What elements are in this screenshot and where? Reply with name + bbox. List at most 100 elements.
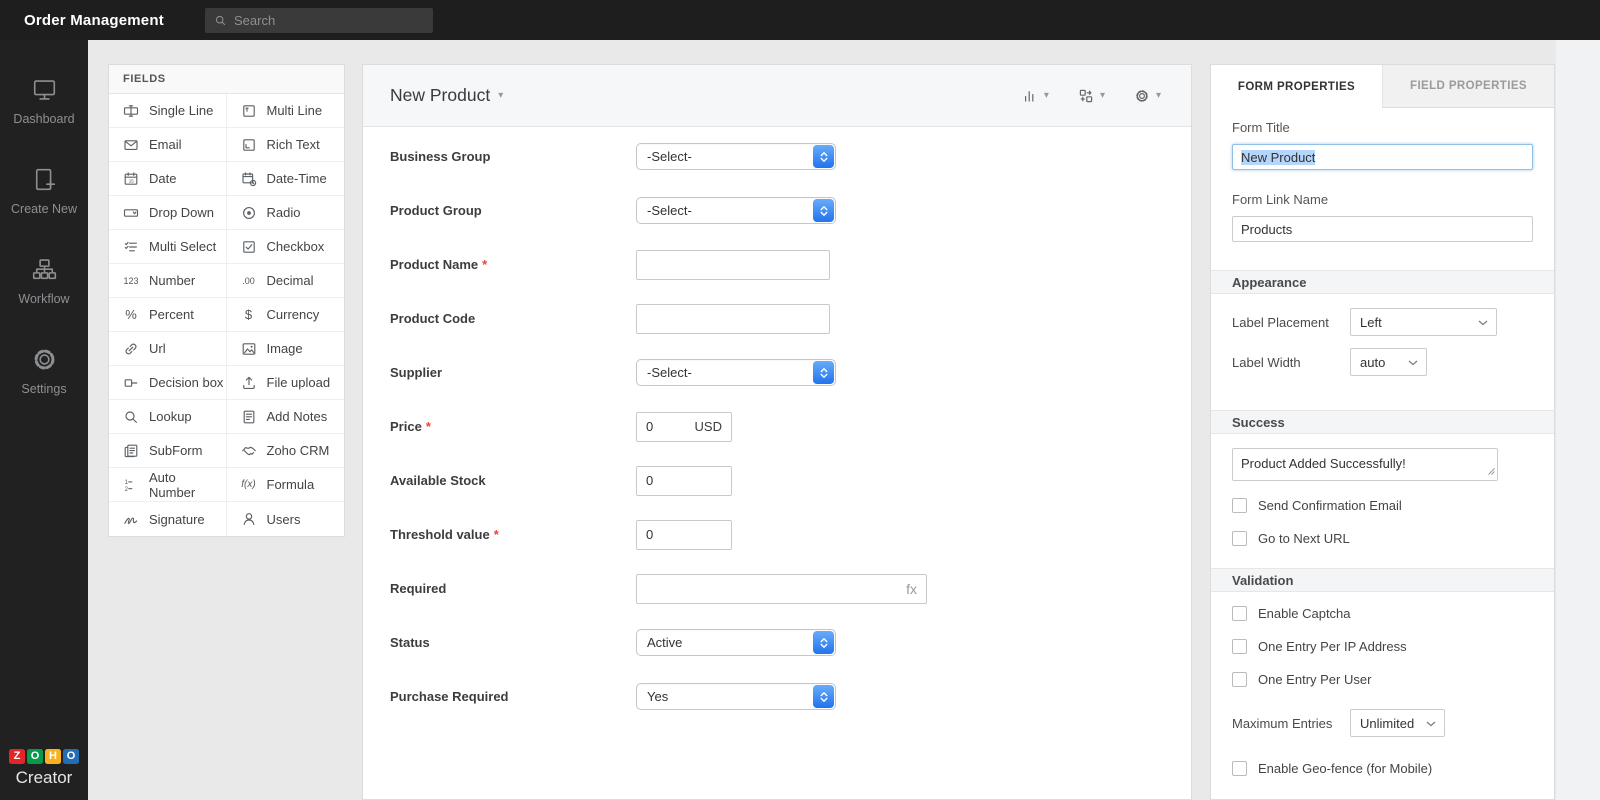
form-link-name-input[interactable]: Products bbox=[1232, 216, 1533, 242]
field-type-date[interactable]: 15Date bbox=[109, 162, 227, 196]
field-type-subform[interactable]: SubForm bbox=[109, 434, 227, 468]
available-stock-input[interactable]: 0 bbox=[636, 466, 732, 496]
field-type-lookup[interactable]: Lookup bbox=[109, 400, 227, 434]
form-field-row-status[interactable]: StatusActive bbox=[390, 627, 1191, 658]
form-field-row-required[interactable]: Requiredfx bbox=[390, 573, 1191, 604]
sidebar-item-create-new[interactable]: Create New bbox=[0, 152, 88, 242]
field-type-rich-text[interactable]: Rich Text bbox=[227, 128, 345, 162]
purchase-required-select[interactable]: Yes bbox=[636, 683, 836, 710]
product-code-input[interactable] bbox=[636, 304, 830, 334]
chevron-down-icon bbox=[1426, 721, 1436, 727]
field-type-decimal[interactable]: .00Decimal bbox=[227, 264, 345, 298]
field-type-image[interactable]: Image bbox=[227, 332, 345, 366]
field-type-label: Email bbox=[149, 137, 182, 152]
field-type-signature[interactable]: Signature bbox=[109, 502, 227, 536]
form-field-row-business-group[interactable]: Business Group-Select- bbox=[390, 141, 1191, 172]
field-type-multi-select[interactable]: Multi Select bbox=[109, 230, 227, 264]
field-type-drop-down[interactable]: Drop Down bbox=[109, 196, 227, 230]
field-type-label: File upload bbox=[267, 375, 331, 390]
checkbox-row-go-to-next-url[interactable]: Go to Next URL bbox=[1232, 531, 1533, 546]
field-type-radio[interactable]: Radio bbox=[227, 196, 345, 230]
form-field-row-price[interactable]: Price*0USD bbox=[390, 411, 1191, 442]
required-asterisk: * bbox=[426, 419, 431, 434]
field-type-add-notes[interactable]: Add Notes bbox=[227, 400, 345, 434]
success-message-textarea[interactable]: Product Added Successfully! bbox=[1232, 448, 1498, 481]
go-to-next-url-checkbox[interactable] bbox=[1232, 531, 1247, 546]
checkbox-row-enable-captcha[interactable]: Enable Captcha bbox=[1232, 606, 1533, 621]
gear-menu-button[interactable]: ▾ bbox=[1132, 88, 1161, 104]
sidebar-item-workflow[interactable]: Workflow bbox=[0, 242, 88, 332]
form-field-row-purchase-required[interactable]: Purchase RequiredYes bbox=[390, 681, 1191, 712]
input-suffix-usd: USD bbox=[695, 419, 722, 434]
field-type-file-upload[interactable]: File upload bbox=[227, 366, 345, 400]
form-field-row-supplier[interactable]: Supplier-Select- bbox=[390, 357, 1191, 388]
field-type-multi-line[interactable]: Multi Line bbox=[227, 94, 345, 128]
radio-icon bbox=[239, 205, 259, 221]
form-title-input[interactable]: New Product bbox=[1232, 144, 1533, 170]
field-label: Price* bbox=[390, 419, 636, 434]
field-type-percent[interactable]: %Percent bbox=[109, 298, 227, 332]
signature-icon bbox=[121, 511, 141, 527]
field-type-email[interactable]: Email bbox=[109, 128, 227, 162]
search-input[interactable]: Search bbox=[205, 8, 433, 33]
field-type-decision-box[interactable]: Decision box bbox=[109, 366, 227, 400]
search-icon bbox=[214, 14, 227, 27]
one-entry-per-ip-address-checkbox[interactable] bbox=[1232, 639, 1247, 654]
field-type-label: Multi Select bbox=[149, 239, 216, 254]
sidebar-item-settings[interactable]: Settings bbox=[0, 332, 88, 422]
checkbox-row-one-entry-per-ip-address[interactable]: One Entry Per IP Address bbox=[1232, 639, 1533, 654]
required-input[interactable]: fx bbox=[636, 574, 927, 604]
select-value: Left bbox=[1360, 315, 1382, 330]
checkbox-label: One Entry Per User bbox=[1258, 672, 1371, 687]
zoho-creator-logo[interactable]: ZOHO Creator bbox=[0, 749, 88, 788]
tab-field-properties[interactable]: FIELD PROPERTIES bbox=[1382, 65, 1554, 108]
threshold-value-input[interactable]: 0 bbox=[636, 520, 732, 550]
select-value: -Select- bbox=[647, 365, 692, 380]
label-placement-select[interactable]: Left bbox=[1350, 308, 1497, 336]
prop-row-maximum-entries: Maximum EntriesUnlimited bbox=[1232, 709, 1533, 737]
label-width-select[interactable]: auto bbox=[1350, 348, 1427, 376]
checkbox-row-send-confirmation-email[interactable]: Send Confirmation Email bbox=[1232, 498, 1533, 513]
form-field-row-threshold-value[interactable]: Threshold value*0 bbox=[390, 519, 1191, 550]
subform-icon bbox=[121, 443, 141, 459]
field-type-auto-number[interactable]: 12Auto Number bbox=[109, 468, 227, 502]
field-type-users[interactable]: Users bbox=[227, 502, 345, 536]
field-type-zoho-crm[interactable]: Zoho CRM bbox=[227, 434, 345, 468]
field-type-date-time[interactable]: Date-Time bbox=[227, 162, 345, 196]
form-field-row-available-stock[interactable]: Available Stock0 bbox=[390, 465, 1191, 496]
field-type-label: Users bbox=[267, 512, 301, 527]
checkbox-row-enable-geo-fence-for-mobile[interactable]: Enable Geo-fence (for Mobile) bbox=[1232, 761, 1533, 776]
one-entry-per-user-checkbox[interactable] bbox=[1232, 672, 1247, 687]
sidebar-item-dashboard[interactable]: Dashboard bbox=[0, 62, 88, 152]
field-type-checkbox[interactable]: Checkbox bbox=[227, 230, 345, 264]
enable-captcha-checkbox[interactable] bbox=[1232, 606, 1247, 621]
form-name-menu[interactable]: New Product ▾ bbox=[390, 85, 503, 106]
form-field-row-product-name[interactable]: Product Name* bbox=[390, 249, 1191, 280]
maximum-entries-select[interactable]: Unlimited bbox=[1350, 709, 1445, 737]
resize-handle-icon[interactable] bbox=[1487, 463, 1495, 478]
field-type-currency[interactable]: $Currency bbox=[227, 298, 345, 332]
field-actions-menu-button[interactable]: ▾ bbox=[1076, 88, 1105, 104]
sidebar-item-label: Workflow bbox=[18, 292, 69, 306]
chevron-down-icon: ▾ bbox=[1156, 90, 1161, 101]
field-type-single-line[interactable]: Single Line bbox=[109, 94, 227, 128]
tab-form-properties[interactable]: FORM PROPERTIES bbox=[1211, 65, 1382, 108]
field-type-label: Currency bbox=[267, 307, 320, 322]
form-field-row-product-group[interactable]: Product Group-Select- bbox=[390, 195, 1191, 226]
enable-geo-fence-for-mobile-checkbox[interactable] bbox=[1232, 761, 1247, 776]
product-group-select[interactable]: -Select- bbox=[636, 197, 836, 224]
send-confirmation-email-checkbox[interactable] bbox=[1232, 498, 1247, 513]
zoho-crm-icon bbox=[239, 443, 259, 459]
business-group-select[interactable]: -Select- bbox=[636, 143, 836, 170]
report-chart-menu-button[interactable]: ▾ bbox=[1020, 88, 1049, 104]
checkbox-row-one-entry-per-user[interactable]: One Entry Per User bbox=[1232, 672, 1533, 687]
field-type-url[interactable]: Url bbox=[109, 332, 227, 366]
form-identity-group: Form Title New Product Form Link Name Pr… bbox=[1211, 108, 1554, 270]
supplier-select[interactable]: -Select- bbox=[636, 359, 836, 386]
form-field-row-product-code[interactable]: Product Code bbox=[390, 303, 1191, 334]
field-type-number[interactable]: 123Number bbox=[109, 264, 227, 298]
status-select[interactable]: Active bbox=[636, 629, 836, 656]
product-name-input[interactable] bbox=[636, 250, 830, 280]
field-type-formula[interactable]: f(x)Formula bbox=[227, 468, 345, 502]
price-input[interactable]: 0USD bbox=[636, 412, 732, 442]
